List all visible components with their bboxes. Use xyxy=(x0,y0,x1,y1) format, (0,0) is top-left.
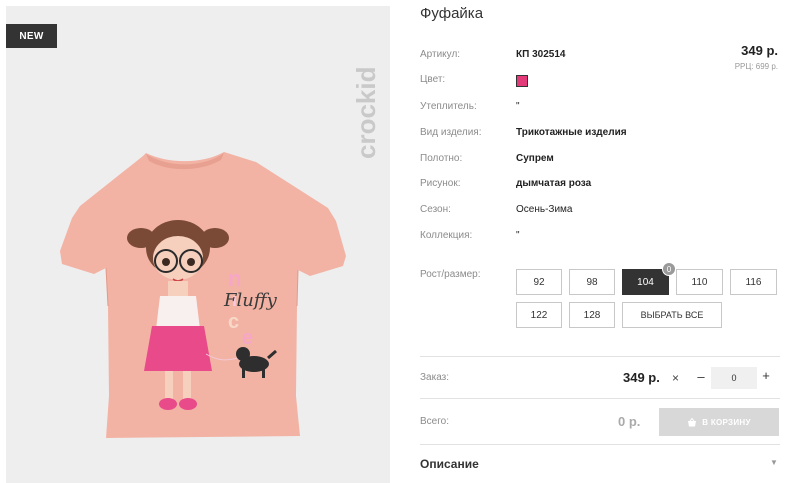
quantity-input[interactable] xyxy=(711,367,757,389)
spec-label-fabric: Полотно: xyxy=(420,153,463,164)
spec-label-article: Артикул: xyxy=(420,49,461,60)
divider xyxy=(420,356,780,357)
product-price: 349 р. xyxy=(741,43,778,58)
spec-label-insulation: Утеплитель: xyxy=(420,101,477,112)
spec-value-insulation: " xyxy=(516,101,520,112)
basket-icon xyxy=(688,417,697,426)
divider xyxy=(420,444,780,445)
size-option-104[interactable]: 104 xyxy=(622,269,669,295)
spec-label-product-type: Вид изделия: xyxy=(420,127,482,138)
size-option-98[interactable]: 98 xyxy=(569,269,615,295)
fluffy-text: Fluffy xyxy=(223,290,278,311)
product-photo[interactable]: NEW crockid n i c e Fluffy xyxy=(6,6,390,483)
description-toggle[interactable]: Описание xyxy=(420,457,479,471)
svg-text:e: e xyxy=(242,327,253,349)
add-to-cart-button[interactable]: В КОРЗИНУ xyxy=(659,408,779,436)
product-title: Фуфайка xyxy=(420,5,484,22)
size-option-128[interactable]: 128 xyxy=(569,302,615,328)
size-option-92[interactable]: 92 xyxy=(516,269,562,295)
svg-text:n: n xyxy=(228,266,241,291)
total-price: 0 р. xyxy=(618,414,641,429)
order-price: 349 р. xyxy=(623,370,660,385)
size-option-116[interactable]: 116 xyxy=(730,269,777,295)
order-label: Заказ: xyxy=(420,372,450,383)
svg-text:c: c xyxy=(228,311,239,333)
spec-value-season: Осень-Зима xyxy=(516,204,573,215)
spec-label-pattern: Рисунок: xyxy=(420,178,461,189)
quantity-increase-button[interactable]: + xyxy=(760,368,772,383)
select-all-sizes-button[interactable]: ВЫБРАТЬ ВСЕ xyxy=(622,302,722,328)
spec-value-fabric: Супрем xyxy=(516,153,554,164)
total-label: Всего: xyxy=(420,416,449,427)
multiply-icon: × xyxy=(672,371,680,385)
spec-value-collection: " xyxy=(516,230,520,241)
tshirt-shape xyxy=(60,152,346,438)
divider xyxy=(420,398,780,399)
spec-value-article: КП 302514 xyxy=(516,49,566,60)
chevron-down-icon[interactable]: ▼ xyxy=(770,458,778,467)
color-swatch[interactable] xyxy=(516,75,528,87)
tshirt-image: n i c e Fluffy xyxy=(60,152,346,438)
brand-logo: crockid xyxy=(351,67,381,160)
new-badge: NEW xyxy=(6,24,57,48)
size-label: Рост/размер: xyxy=(420,269,481,280)
size-option-110[interactable]: 110 xyxy=(676,269,723,295)
spec-value-product-type: Трикотажные изделия xyxy=(516,127,627,138)
size-option-122[interactable]: 122 xyxy=(516,302,562,328)
quantity-decrease-button[interactable]: – xyxy=(695,369,707,384)
spec-value-pattern: дымчатая роза xyxy=(516,178,592,189)
spec-label-season: Сезон: xyxy=(420,204,451,215)
recommended-retail-price: РРЦ: 699 р. xyxy=(734,62,778,71)
spec-label-collection: Коллекция: xyxy=(420,230,473,241)
add-to-cart-label: В КОРЗИНУ xyxy=(702,417,751,427)
size-selected-count-badge: 0 xyxy=(662,262,676,276)
spec-label-color: Цвет: xyxy=(420,74,446,85)
